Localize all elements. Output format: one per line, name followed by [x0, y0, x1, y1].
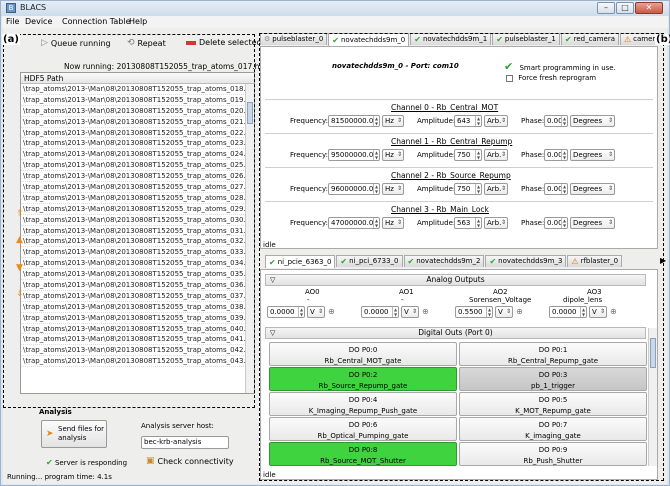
- menu-device[interactable]: Device: [25, 17, 52, 26]
- analysis-section-title: Analysis: [39, 408, 72, 416]
- menu-file[interactable]: File: [6, 17, 19, 26]
- window-title: BLACS: [20, 3, 47, 12]
- panel-b-label: (b): [655, 34, 670, 45]
- send-icon: ➤: [46, 429, 54, 439]
- menu-connection-table[interactable]: Connection Table: [62, 17, 131, 26]
- blacs-window: B BLACS – □ ✕ File Device Connection Tab…: [0, 0, 670, 486]
- panel-b-outline: [259, 33, 664, 481]
- server-status-text: Server is responding: [54, 459, 128, 467]
- menu-bar: File Device Connection Table Help: [2, 16, 668, 28]
- panel-a-outline: [3, 34, 255, 408]
- main-client-area: ▷ Queue running ⟲ Repeat Delete selected…: [2, 28, 670, 484]
- check-icon: ✔: [46, 458, 53, 467]
- send-files-label: Send files for analysis: [58, 425, 105, 442]
- server-status: ✔ Server is responding: [46, 458, 127, 467]
- check-connectivity-button[interactable]: ▣ Check connectivity: [146, 456, 234, 466]
- maximize-button[interactable]: □: [616, 2, 634, 14]
- network-icon: ▣: [146, 456, 155, 466]
- menu-help[interactable]: Help: [129, 17, 147, 26]
- send-files-button[interactable]: ➤ Send files for analysis: [41, 420, 107, 448]
- check-connectivity-label: Check connectivity: [157, 456, 234, 466]
- blacs-icon: B: [6, 3, 16, 13]
- minimize-button[interactable]: –: [597, 2, 615, 14]
- status-bar: Running... program time: 4.1s: [7, 473, 112, 481]
- server-host-label: Analysis server host:: [141, 422, 214, 430]
- server-host-input[interactable]: bec-krb-analysis: [141, 436, 229, 449]
- close-button[interactable]: ✕: [635, 2, 663, 14]
- title-bar: B BLACS – □ ✕: [1, 1, 669, 16]
- panel-a-label: (a): [2, 34, 20, 45]
